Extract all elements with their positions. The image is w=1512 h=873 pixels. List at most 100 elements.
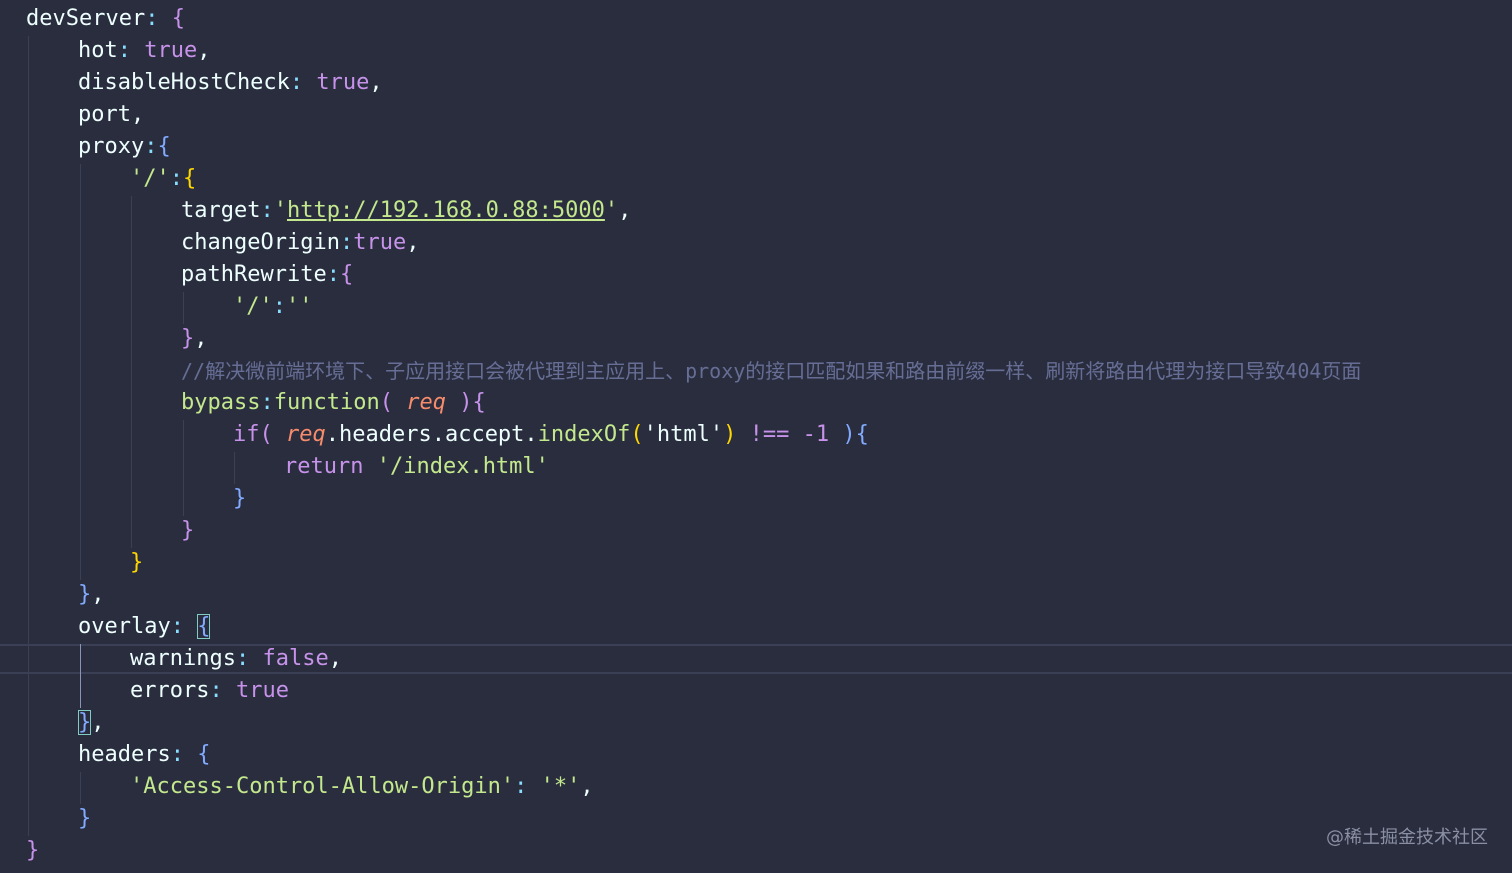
- colon: :: [260, 390, 274, 415]
- comma: ,: [130, 102, 145, 127]
- brace: {: [183, 166, 197, 191]
- string-value: '': [286, 294, 313, 319]
- brace: {: [339, 262, 354, 287]
- property-name: bypass: [181, 390, 261, 415]
- property-name: proxy: [78, 134, 145, 159]
- brace: {: [183, 742, 211, 767]
- colon: :: [235, 646, 250, 671]
- colon: :: [117, 38, 131, 63]
- quote: ': [273, 198, 287, 223]
- property-name: pathRewrite: [181, 262, 327, 287]
- code-line[interactable]: }: [26, 515, 194, 547]
- quote: ': [604, 198, 619, 223]
- code-line[interactable]: //解决微前端环境下、子应用接口会被代理到主应用上、proxy的接口匹配如果和路…: [26, 355, 1361, 387]
- property-name: headers: [78, 742, 171, 767]
- code-line[interactable]: '/':{: [26, 163, 196, 195]
- code-line[interactable]: }: [26, 835, 39, 867]
- brace: }: [130, 550, 144, 575]
- string-key: '/': [233, 294, 273, 319]
- code-line[interactable]: pathRewrite:{: [26, 259, 353, 291]
- colon: :: [326, 262, 340, 287]
- colon: :: [289, 70, 304, 95]
- string-value: '*': [527, 774, 581, 799]
- property-name: changeOrigin: [181, 230, 340, 255]
- comma: ,: [580, 774, 594, 799]
- code-line[interactable]: '/':'': [26, 291, 313, 323]
- comma: ,: [618, 198, 632, 223]
- code-line[interactable]: hot: true,: [26, 35, 210, 67]
- code-line[interactable]: devServer: {: [26, 3, 185, 35]
- colon: :: [170, 614, 184, 639]
- code-editor[interactable]: devServer: { hot: true, disableHostCheck…: [0, 0, 1512, 873]
- method-name: indexOf: [537, 422, 631, 447]
- paren: (: [630, 422, 644, 447]
- property-name: warnings: [130, 646, 236, 671]
- property-name: target: [181, 198, 261, 223]
- colon: :: [145, 6, 159, 31]
- code-line[interactable]: return '/index.html': [26, 451, 549, 483]
- brace: }: [233, 486, 247, 511]
- watermark: @稀土掘金技术社区: [1326, 827, 1488, 848]
- code-line[interactable]: }: [26, 483, 246, 515]
- keyword: return: [284, 454, 364, 479]
- brace: {: [472, 390, 486, 415]
- member-access: .headers.accept.: [325, 422, 538, 447]
- code-line-current[interactable]: warnings: false,: [26, 643, 342, 675]
- colon: :: [272, 294, 286, 319]
- code-line[interactable]: changeOrigin:true,: [26, 227, 419, 259]
- boolean-value: true: [222, 678, 289, 703]
- keyword: if: [233, 422, 260, 447]
- operator: !==: [736, 422, 803, 447]
- property-name: port: [78, 102, 131, 127]
- paren: (: [379, 390, 407, 415]
- colon: :: [339, 230, 354, 255]
- code-line[interactable]: port,: [26, 99, 144, 131]
- brace: }: [26, 838, 40, 863]
- code-line[interactable]: bypass:function( req ){: [26, 387, 486, 419]
- colon: :: [260, 198, 274, 223]
- comma: ,: [197, 38, 211, 63]
- boolean-value: true: [303, 70, 370, 95]
- code-line[interactable]: 'Access-Control-Allow-Origin': '*',: [26, 771, 594, 803]
- colon: :: [169, 166, 183, 191]
- code-line[interactable]: target:'http://192.168.0.88:5000',: [26, 195, 631, 227]
- colon: :: [514, 774, 528, 799]
- paren: (: [259, 422, 286, 447]
- code-line[interactable]: },: [26, 579, 105, 611]
- boolean-value: true: [353, 230, 407, 255]
- number: -1: [802, 422, 830, 447]
- colon: :: [209, 678, 223, 703]
- code-line[interactable]: headers: {: [26, 739, 210, 771]
- brace: {: [158, 6, 185, 31]
- colon: :: [144, 134, 158, 159]
- string-key: 'Access-Control-Allow-Origin': [130, 774, 515, 799]
- code-line[interactable]: disableHostCheck: true,: [26, 67, 383, 99]
- code-line[interactable]: },: [26, 707, 105, 739]
- brace: }: [78, 806, 92, 831]
- comma: ,: [91, 710, 105, 735]
- matched-brace: {: [197, 614, 211, 639]
- code-line[interactable]: }: [26, 547, 143, 579]
- brace: }: [181, 326, 195, 351]
- comma: ,: [328, 646, 342, 671]
- code-line[interactable]: if( req.headers.accept.indexOf('html') !…: [26, 419, 869, 451]
- code-line[interactable]: proxy:{: [26, 131, 171, 163]
- comma: ,: [369, 70, 383, 95]
- comma: ,: [194, 326, 208, 351]
- code-line[interactable]: }: [26, 803, 91, 835]
- code-line[interactable]: overlay: {: [26, 611, 211, 643]
- comma: ,: [406, 230, 420, 255]
- property-name: errors: [130, 678, 210, 703]
- paren: ): [829, 422, 856, 447]
- parameter: req: [406, 390, 446, 415]
- parameter: req: [286, 422, 326, 447]
- code-line[interactable]: },: [26, 323, 208, 355]
- boolean-value: true: [131, 38, 198, 63]
- code-line[interactable]: errors: true: [26, 675, 289, 707]
- string-arg: 'html': [643, 422, 724, 447]
- string-value: '/index.html': [363, 454, 549, 479]
- property-name: hot: [78, 38, 118, 63]
- string-key: '/': [130, 166, 170, 191]
- property-name: devServer: [26, 6, 146, 31]
- url-link[interactable]: http://192.168.0.88:5000: [287, 198, 605, 223]
